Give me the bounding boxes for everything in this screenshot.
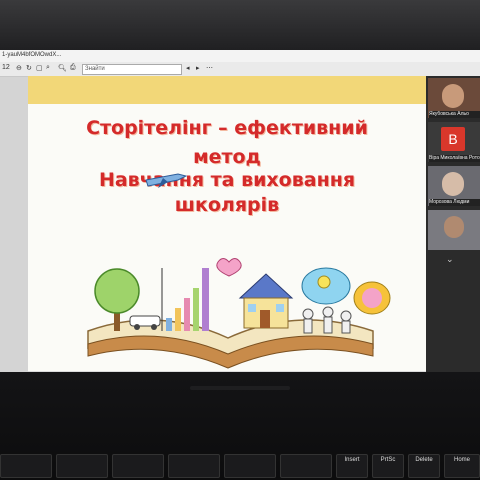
participant-tile[interactable]: В Віра Миколаївна Рото <box>428 122 480 162</box>
options-icon[interactable]: ⋯ <box>206 64 213 72</box>
rotate-icon[interactable]: ↻ <box>26 64 32 72</box>
participant-name: Морозова Людми <box>429 199 480 206</box>
bar-chart-icon <box>161 268 209 331</box>
key-home[interactable]: Home <box>444 454 480 478</box>
key-prtsc[interactable]: PrtSc <box>372 454 404 478</box>
participant-name: Віра Миколаївна Рото <box>429 155 480 162</box>
avatar <box>444 216 464 238</box>
key[interactable] <box>112 454 164 478</box>
document-title: 1-yauM4bfOMOwdX... <box>2 52 62 58</box>
monitor-bezel <box>0 0 480 50</box>
page-number[interactable]: 12 <box>2 64 10 71</box>
participants-panel: Якубовська Альо В Віра Миколаївна Рото М… <box>426 76 480 372</box>
pink-cloud-icon <box>353 281 391 315</box>
key[interactable] <box>280 454 332 478</box>
key[interactable] <box>224 454 276 478</box>
find-input[interactable]: Знайти <box>82 64 182 75</box>
chevron-down-icon[interactable]: ⌄ <box>446 254 454 265</box>
sketch-figures <box>302 306 352 334</box>
house-icon <box>238 273 294 329</box>
zoom-icon[interactable]: ⌕ <box>46 64 50 72</box>
avatar <box>442 172 464 196</box>
heart-icon <box>216 258 242 277</box>
lightbulb-cloud-icon <box>301 267 351 305</box>
viewer-toolbar: 12 ⊖ ↻ ▢ ⌕ 🔍︎ ⎙ Знайти ◂ ▸ ⋯ <box>0 62 480 77</box>
airplane-icon <box>145 173 188 188</box>
avatar <box>442 84 464 108</box>
print-icon[interactable]: ⎙ <box>70 64 76 72</box>
screen: 1-yauM4bfOMOwdX... 12 ⊖ ↻ ▢ ⌕ 🔍︎ ⎙ Знайт… <box>0 50 480 372</box>
key[interactable] <box>56 454 108 478</box>
participant-tile[interactable]: Якубовська Альо <box>428 78 480 118</box>
key-insert[interactable]: Insert <box>336 454 368 478</box>
storybook-illustration <box>87 173 391 369</box>
thumbnail-panel <box>0 77 28 372</box>
hinge <box>190 386 290 390</box>
prev-arrow-icon[interactable]: ◂ <box>186 64 190 72</box>
key[interactable] <box>168 454 220 478</box>
participant-tile[interactable]: Морозова Людми <box>428 166 480 206</box>
avatar-initial: В <box>441 127 465 151</box>
participant-tile[interactable] <box>428 210 480 250</box>
zoom-out-icon[interactable]: ⊖ <box>16 64 22 72</box>
participant-name: Якубовська Альо <box>429 111 480 118</box>
key-delete[interactable]: Delete <box>408 454 440 478</box>
search-icon[interactable]: 🔍︎ <box>58 64 67 72</box>
next-arrow-icon[interactable]: ▸ <box>196 64 200 72</box>
key[interactable] <box>0 454 52 478</box>
keyboard: Insert PrtSc Delete Home <box>0 452 480 480</box>
fit-page-icon[interactable]: ▢ <box>36 64 43 72</box>
presentation-slide: Сторітелінг – ефективний метод Навчання … <box>28 76 426 371</box>
